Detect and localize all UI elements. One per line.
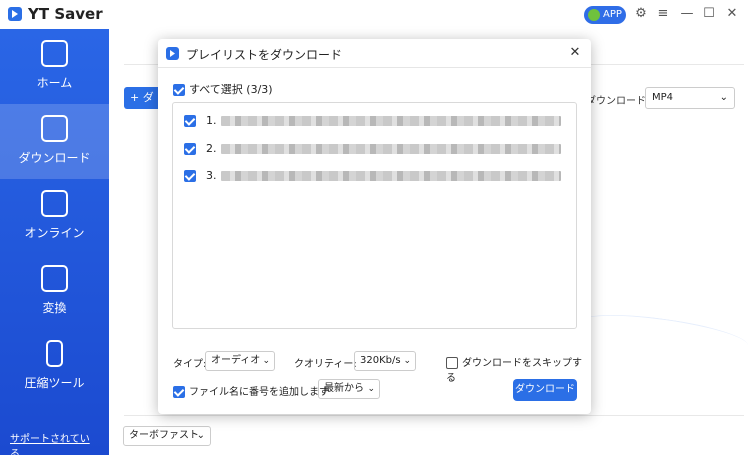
support-link[interactable]: サポートされている...	[10, 430, 109, 455]
item-checkbox[interactable]	[184, 115, 196, 127]
item-checkbox[interactable]	[184, 143, 196, 155]
item-number: 3.	[206, 169, 217, 182]
app-title: YT Saver	[28, 5, 103, 23]
dialog-header: プレイリストをダウンロード ✕	[158, 39, 591, 68]
chevron-down-icon: ⌄	[403, 356, 411, 366]
add-number-label: ファイル名に番号を追加します	[189, 387, 329, 398]
close-window-icon[interactable]: ✕	[724, 6, 740, 22]
list-item[interactable]: 3.	[184, 168, 564, 184]
quality-select[interactable]: 320Kb/s ⌄	[354, 351, 416, 371]
download-icon	[41, 115, 68, 142]
chevron-down-icon: ⌄	[719, 92, 728, 103]
playlist-download-dialog: プレイリストをダウンロード ✕ すべて選択 (3/3) 1. 2. 3. タイプ…	[158, 39, 591, 414]
sidebar-item-label: オンライン	[24, 226, 85, 240]
globe-icon	[41, 190, 68, 217]
type-select[interactable]: オーディオ ⌄	[205, 351, 275, 371]
format-select[interactable]: MP4 ⌄	[645, 87, 735, 109]
checkbox-icon	[173, 84, 185, 96]
item-title-blurred	[221, 116, 561, 126]
item-checkbox[interactable]	[184, 170, 196, 182]
minimize-icon[interactable]: —	[679, 6, 695, 22]
chevron-down-icon: ⌄	[196, 430, 205, 441]
item-title-blurred	[221, 171, 561, 181]
item-title-blurred	[221, 144, 561, 154]
decorative-swoosh	[577, 307, 751, 361]
item-number: 1.	[206, 114, 217, 127]
sidebar-item-convert[interactable]: 変換	[0, 254, 109, 329]
type-value: オーディオ	[211, 355, 261, 366]
compress-icon	[46, 340, 63, 367]
convert-icon	[41, 265, 68, 292]
sidebar-item-compress[interactable]: 圧縮ツール	[0, 329, 109, 404]
app-badge-button[interactable]: APP	[584, 6, 626, 24]
maximize-icon[interactable]: ☐	[701, 6, 717, 22]
format-value: MP4	[652, 92, 674, 103]
chevron-down-icon: ⌄	[262, 356, 270, 366]
sidebar-item-home[interactable]: ホーム	[0, 29, 109, 104]
quality-label: クオリティー:	[294, 359, 357, 370]
order-select[interactable]: 最新から ⌄	[318, 379, 380, 399]
turbo-select[interactable]: ターボファスト ⌄	[123, 426, 211, 446]
item-number: 2.	[206, 142, 217, 155]
playlist-items-list[interactable]: 1. 2. 3.	[172, 102, 577, 329]
menu-icon[interactable]: ≡	[655, 6, 671, 22]
list-item[interactable]: 2.	[184, 141, 564, 157]
title-bar: YT Saver APP ⚙ ≡ — ☐ ✕	[0, 0, 751, 29]
sidebar-item-online[interactable]: オンライン	[0, 179, 109, 254]
settings-icon[interactable]: ⚙	[633, 6, 649, 22]
sidebar-item-label: ダウンロード	[18, 151, 91, 165]
list-item[interactable]: 1.	[184, 113, 564, 129]
type-label: タイプ:	[173, 359, 207, 370]
sidebar-item-label: 変換	[42, 301, 67, 315]
sidebar-item-label: ホーム	[36, 76, 73, 90]
divider	[124, 415, 744, 416]
checkbox-icon	[173, 386, 185, 398]
dialog-title: プレイリストをダウンロード	[186, 48, 343, 62]
app-logo-icon	[8, 7, 22, 21]
turbo-value: ターボファスト	[129, 430, 199, 441]
add-number-checkbox[interactable]: ファイル名に番号を追加します	[173, 383, 329, 398]
android-icon	[588, 9, 600, 21]
select-all-checkbox[interactable]: すべて選択 (3/3)	[173, 81, 273, 97]
checkbox-icon	[446, 357, 458, 369]
sidebar-item-download[interactable]: ダウンロード	[0, 104, 109, 179]
home-icon	[41, 40, 68, 67]
download-button[interactable]: ダウンロード	[513, 379, 577, 401]
download-format-label: ダウンロード	[586, 96, 646, 107]
chevron-down-icon: ⌄	[367, 384, 375, 394]
app-logo-icon	[166, 47, 179, 60]
select-count: (3/3)	[246, 83, 273, 96]
close-icon[interactable]: ✕	[567, 44, 583, 62]
sidebar: ホーム ダウンロード オンライン 変換 圧縮ツール サポートされている...	[0, 29, 109, 455]
quality-value: 320Kb/s	[360, 355, 401, 366]
app-badge-label: APP	[603, 9, 622, 20]
sidebar-item-label: 圧縮ツール	[24, 376, 85, 390]
order-value: 最新から	[324, 383, 364, 394]
select-all-label: すべて選択	[189, 83, 243, 96]
